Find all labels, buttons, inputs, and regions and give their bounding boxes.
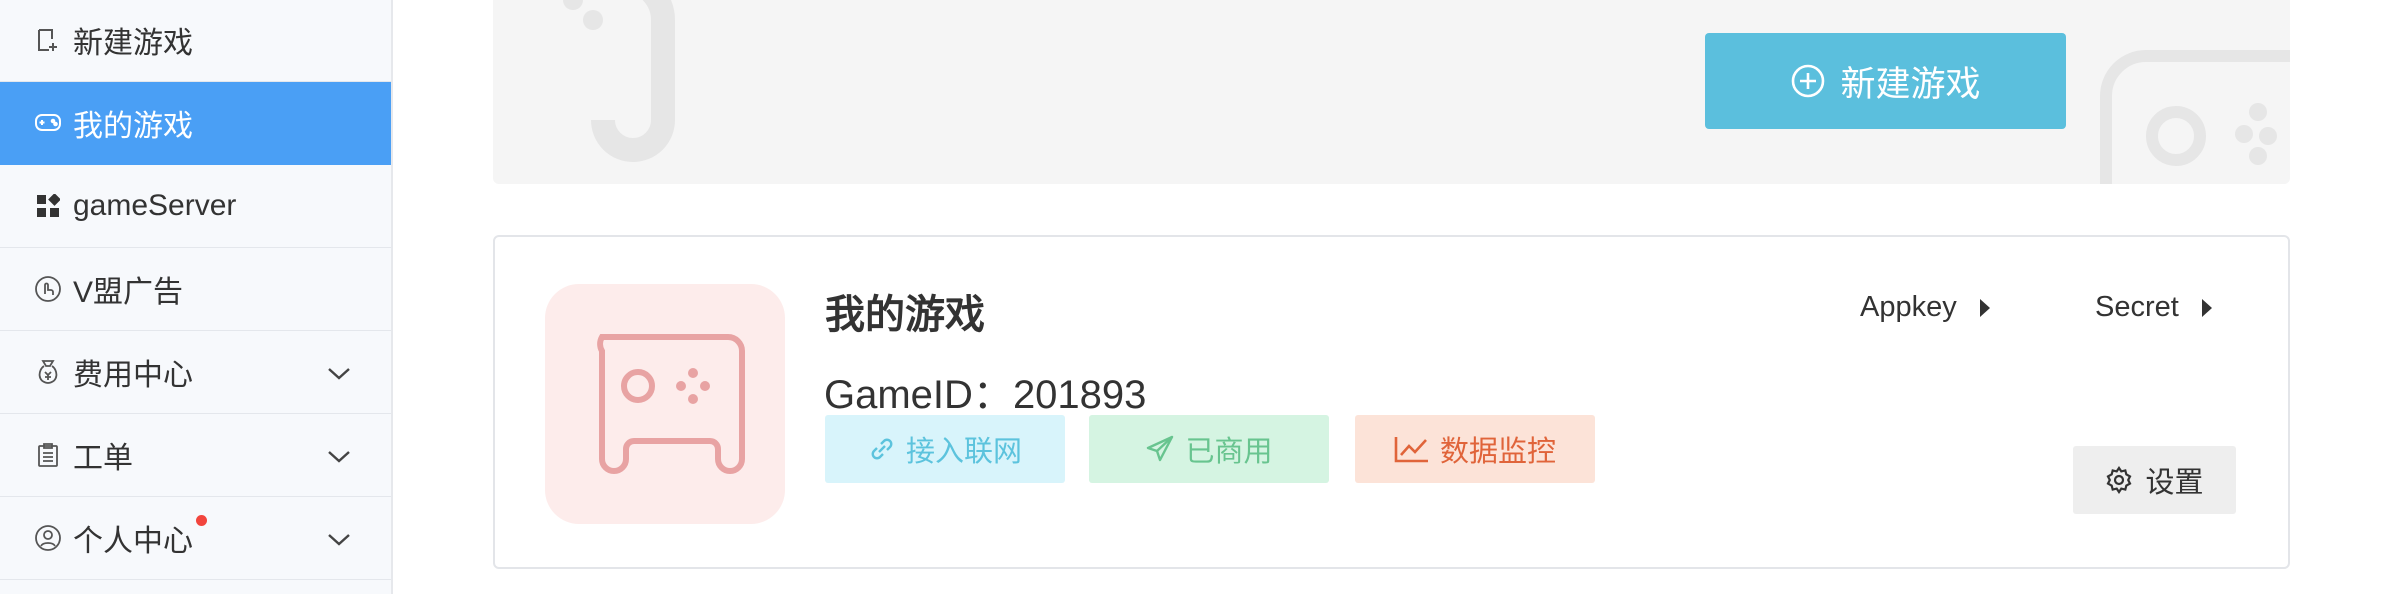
caret-right-icon	[2201, 298, 2213, 318]
data-monitor-button[interactable]: 数据监控	[1355, 415, 1595, 483]
appkey-label: Appkey	[1860, 291, 1957, 323]
game-name: 我的游戏	[825, 293, 985, 337]
data-monitor-label: 数据监控	[1439, 436, 1556, 468]
sidebar-item-tickets[interactable]: 工单	[0, 414, 391, 497]
plus-circle-icon	[1790, 63, 1826, 99]
sidebar-item-label: 费用中心	[73, 359, 193, 392]
game-id-label: GameID：	[824, 373, 1013, 417]
settings-label: 设置	[2145, 467, 2204, 499]
sidebar-item-profile[interactable]: 个人中心	[0, 497, 391, 580]
hand-icon	[34, 275, 62, 303]
money-bag-icon	[34, 358, 62, 386]
sidebar-item-new-game[interactable]: 新建游戏	[0, 0, 391, 82]
sidebar-item-label: V盟广告	[73, 276, 184, 309]
chevron-down-icon	[327, 355, 351, 389]
grid-icon	[34, 192, 62, 220]
settings-button[interactable]: 设置	[2073, 446, 2236, 514]
access-network-button[interactable]: 接入联网	[825, 415, 1065, 483]
game-id-row: GameID：201893	[824, 362, 1146, 420]
new-game-button[interactable]: 新建游戏	[1705, 33, 2066, 129]
gamepad-watermark-icon	[563, 0, 675, 162]
gear-icon	[2105, 466, 2133, 494]
sidebar-item-gameserver[interactable]: gameServer	[0, 165, 391, 248]
line-chart-icon	[1394, 435, 1430, 463]
new-game-banner: 新建游戏	[493, 0, 2290, 184]
clipboard-icon	[34, 441, 62, 469]
gamepad-icon	[597, 334, 745, 474]
paper-plane-icon	[1145, 435, 1175, 463]
sidebar-item-vmeng-ads[interactable]: V盟广告	[0, 248, 391, 331]
notification-badge	[196, 515, 207, 526]
sidebar-item-label: 新建游戏	[73, 27, 193, 60]
game-card: 我的游戏 GameID：201893 接入联网 已商用 数据监控 Appkey	[493, 235, 2290, 569]
sidebar-item-billing[interactable]: 费用中心	[0, 331, 391, 414]
access-network-label: 接入联网	[905, 436, 1022, 468]
gamepad-watermark-icon	[2100, 50, 2290, 184]
commercial-status-button[interactable]: 已商用	[1089, 415, 1329, 483]
sidebar: 新建游戏 我的游戏 gameServer V盟广告 费用中心 工单 个人中心	[0, 0, 393, 594]
sidebar-item-my-games[interactable]: 我的游戏	[0, 82, 391, 165]
commercial-status-label: 已商用	[1185, 436, 1273, 468]
sidebar-item-label: 个人中心	[73, 525, 193, 558]
game-logo	[545, 284, 785, 524]
chevron-down-icon	[327, 438, 351, 472]
chevron-down-icon	[327, 521, 351, 555]
secret-label: Secret	[2095, 291, 2179, 323]
user-icon	[34, 524, 62, 552]
sidebar-item-label: 工单	[73, 442, 133, 475]
sidebar-item-label: gameServer	[73, 189, 237, 222]
gamepad-icon	[34, 109, 62, 137]
sidebar-item-label: 我的游戏	[73, 110, 193, 143]
new-game-button-label: 新建游戏	[1840, 64, 1981, 104]
caret-right-icon	[1979, 298, 1991, 318]
appkey-link[interactable]: Appkey	[1860, 291, 1991, 324]
new-doc-icon	[34, 26, 62, 54]
link-icon	[868, 435, 896, 463]
secret-link[interactable]: Secret	[2095, 291, 2213, 324]
game-id-value: 201893	[1012, 373, 1147, 417]
